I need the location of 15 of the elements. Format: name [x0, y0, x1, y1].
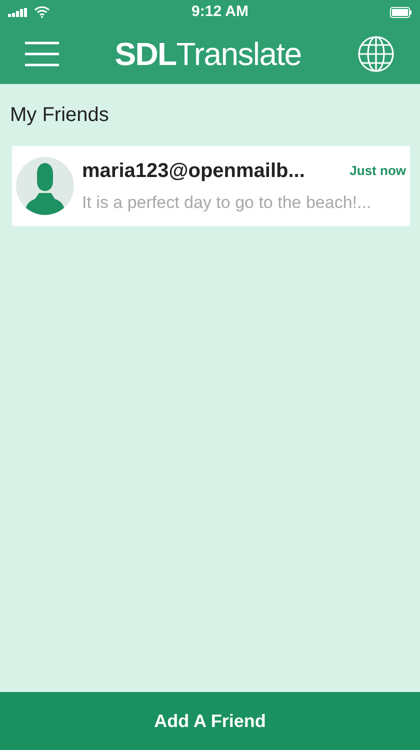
menu-icon: [25, 41, 59, 67]
language-button[interactable]: [356, 34, 396, 74]
status-time: 9:12 AM: [192, 2, 248, 22]
section-title: My Friends: [10, 103, 110, 128]
message-preview: It is a perfect day to go to the beach!...: [82, 192, 372, 214]
friend-email: maria123@openmailb...: [82, 159, 305, 184]
message-time: Just now: [350, 162, 406, 180]
globe-icon: [357, 35, 395, 73]
signal-icon: [8, 8, 30, 16]
add-friend-button[interactable]: Add A Friend: [0, 692, 420, 750]
wifi-icon: [34, 6, 50, 18]
battery-icon: [390, 6, 412, 18]
person-icon: [25, 162, 65, 215]
app-logo: SDLTranslate: [114, 35, 302, 74]
friend-card[interactable]: maria123@openmailb... Just now It is a perfect day to go to the beach!...: [12, 146, 410, 226]
